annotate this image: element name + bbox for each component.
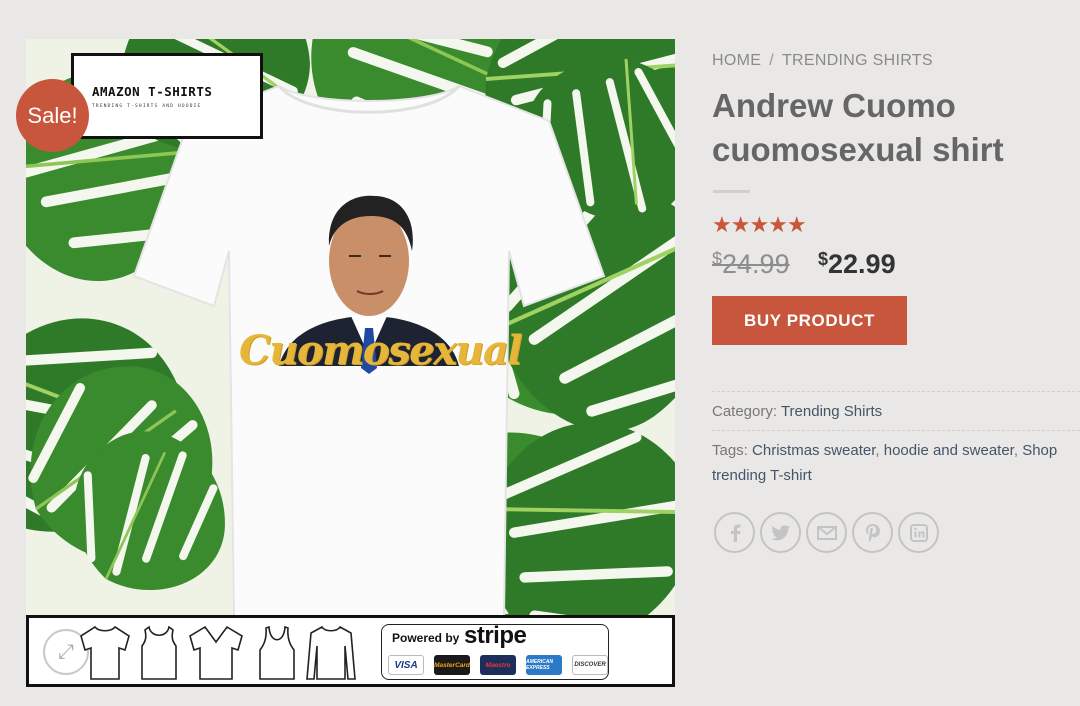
tag-link[interactable]: Christmas sweater: [752, 442, 875, 459]
product-category: Category: Trending Shirts: [712, 399, 1080, 424]
share-buttons: [714, 512, 939, 553]
vneck-variant-icon: [189, 625, 243, 680]
mastercard-icon: MasterCard: [434, 655, 470, 675]
category-link[interactable]: Trending Shirts: [781, 403, 882, 420]
product-title: Andrew Cuomo cuomosexual shirt: [712, 87, 1004, 168]
tags-label: Tags:: [712, 442, 748, 459]
discover-card-icon: DISCOVER: [572, 655, 608, 675]
breadcrumb-separator: /: [769, 52, 774, 69]
facebook-icon[interactable]: [714, 512, 755, 553]
tshirt-variant-icon: [80, 625, 130, 680]
maestro-card-icon: Maestro: [480, 655, 516, 675]
visa-card-icon: VISA: [388, 655, 424, 675]
category-label: Category:: [712, 403, 778, 420]
long-sleeve-variant-icon: [306, 625, 356, 680]
original-price: $24.99: [712, 249, 790, 279]
brand-name: AMAZON T-SHIRTS: [92, 84, 213, 99]
brand-logo: AMAZON T-SHIRTS TRENDING T-SHIRTS AND HO…: [71, 53, 263, 139]
pinterest-icon[interactable]: [852, 512, 893, 553]
racerback-tank-variant-icon: [259, 625, 295, 680]
product-tags: Tags: Christmas sweater, hoodie and swea…: [712, 442, 1058, 484]
tank-top-variant-icon: [141, 625, 177, 680]
email-icon[interactable]: [806, 512, 847, 553]
rating-stars: ★★★★★: [712, 212, 807, 237]
meta-divider: [712, 391, 1080, 392]
title-divider: [713, 190, 750, 193]
stripe-payment-badge: Powered by stripe VISA MasterCard Maestr…: [381, 622, 609, 680]
powered-by-label: Powered by: [390, 631, 462, 645]
breadcrumb-home[interactable]: HOME: [712, 52, 761, 69]
breadcrumb: HOME / TRENDING SHIRTS: [712, 52, 933, 70]
linkedin-icon[interactable]: [898, 512, 939, 553]
buy-product-button[interactable]: BUY PRODUCT: [712, 296, 907, 345]
twitter-icon[interactable]: [760, 512, 801, 553]
sale-price: $22.99: [818, 249, 896, 279]
sale-badge: Sale!: [16, 79, 89, 152]
product-image[interactable]: Cuomosexual AMAZON T-SHIRTS TRENDING T-S…: [26, 39, 675, 615]
product-variants-strip: ⤢ Powered by stripe VISA MasterCard Maes…: [26, 615, 675, 687]
breadcrumb-category[interactable]: TRENDING SHIRTS: [782, 52, 933, 69]
payment-cards: VISA MasterCard Maestro AMERICAN EXPRESS…: [388, 655, 608, 675]
meta-divider: [712, 430, 1080, 431]
brand-tagline: TRENDING T-SHIRTS AND HOODIE: [92, 104, 202, 109]
shirt-print-text: Cuomosexual: [239, 327, 523, 374]
tag-link[interactable]: hoodie and sweater: [884, 442, 1014, 459]
amex-card-icon: AMERICAN EXPRESS: [526, 655, 562, 675]
stripe-logo: stripe: [464, 622, 527, 649]
